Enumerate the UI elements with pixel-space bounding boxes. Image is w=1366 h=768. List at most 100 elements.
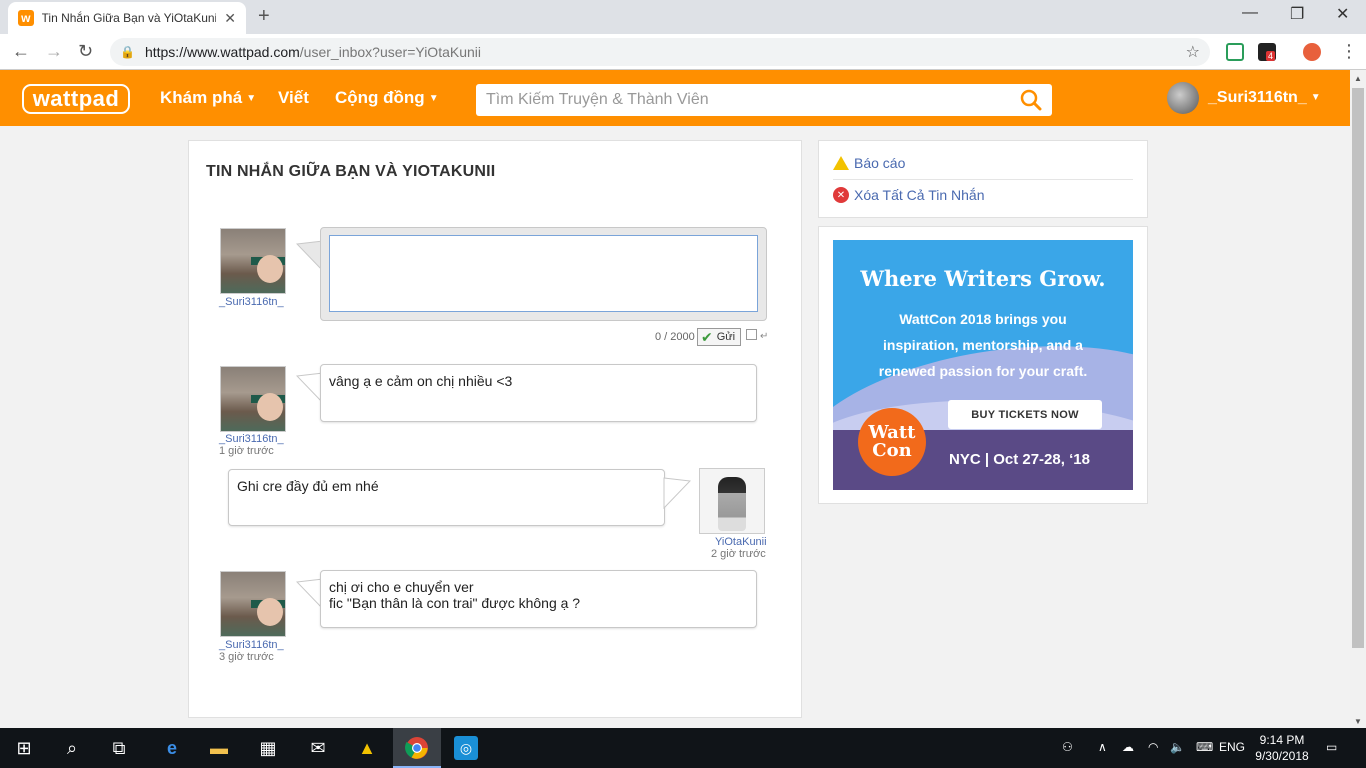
send-button[interactable]: ✔ Gửi bbox=[697, 328, 741, 346]
clock-time: 9:14 PM bbox=[1259, 733, 1305, 747]
ad-panel: Where Writers Grow. WattCon 2018 brings … bbox=[818, 226, 1148, 504]
language-indicator[interactable]: ENG bbox=[1219, 740, 1245, 754]
conversation-actions: Báo cáo ✕ Xóa Tất Cả Tin Nhắn bbox=[818, 140, 1148, 218]
wattpad-favicon-icon: w bbox=[18, 10, 34, 26]
lock-icon: 🔒 bbox=[120, 45, 135, 59]
buy-tickets-button[interactable]: BUY TICKETS NOW bbox=[948, 400, 1102, 429]
page-title: TIN NHẮN GIỮA BẠN VÀ YIOTAKUNII bbox=[206, 163, 496, 180]
delete-all-link[interactable]: ✕ Xóa Tất Cả Tin Nhắn bbox=[833, 187, 984, 203]
compose-username[interactable]: _Suri3116tn_ bbox=[219, 296, 284, 308]
message-bubble: vâng ạ e cảm on chị nhiều <3 bbox=[320, 364, 757, 422]
ad-body: WattCon 2018 brings you inspiration, men… bbox=[878, 311, 1088, 379]
close-tab-icon[interactable]: ✕ bbox=[224, 10, 236, 27]
message-time: 1 giờ trước bbox=[219, 445, 274, 457]
browser-tab-bar: w Tin Nhắn Giữa Bạn và YiOtaKunii ✕ + — … bbox=[0, 0, 1366, 34]
message-input[interactable] bbox=[329, 235, 758, 312]
ad-title: Where Writers Grow. bbox=[860, 266, 1106, 291]
nav-write[interactable]: Viết bbox=[278, 88, 309, 108]
app-icon[interactable]: ◎ bbox=[454, 736, 478, 760]
send-label: Gửi bbox=[716, 331, 736, 343]
username-label: _Suri3116tn_ bbox=[1208, 89, 1307, 106]
url-field[interactable]: 🔒 https://www.wattpad.com/user_inbox?use… bbox=[110, 38, 1210, 66]
chrome-taskbar-item[interactable] bbox=[393, 728, 441, 768]
nav-community-label: Cộng đồng bbox=[335, 88, 425, 107]
avatar[interactable] bbox=[220, 571, 286, 637]
profile-icon[interactable] bbox=[1303, 43, 1321, 61]
wattpad-logo[interactable]: wattpad bbox=[22, 84, 130, 114]
scroll-up-icon[interactable]: ▲ bbox=[1354, 74, 1362, 83]
message-bubble: chị ơi cho e chuyển ver fic "Bạn thân là… bbox=[320, 570, 757, 628]
volume-icon[interactable]: 🔈 bbox=[1170, 740, 1185, 754]
nav-community[interactable]: Cộng đồng ▼ bbox=[335, 88, 439, 108]
bubble-tail bbox=[663, 477, 691, 509]
enter-key-icon: ↵ bbox=[760, 331, 769, 342]
chrome-icon bbox=[405, 737, 428, 759]
url-host: https://www.wattpad.com bbox=[144, 44, 300, 60]
search-bar bbox=[476, 84, 1052, 116]
extension-badge-count: 4 bbox=[1266, 51, 1276, 61]
store-icon[interactable]: ▦ bbox=[256, 736, 280, 760]
message-username[interactable]: YiOtaKunii bbox=[715, 536, 767, 548]
browser-tab[interactable]: w Tin Nhắn Giữa Bạn và YiOtaKunii ✕ bbox=[8, 2, 246, 34]
keyboard-icon[interactable]: ⌨ bbox=[1196, 740, 1213, 754]
wattcon-ad[interactable]: Where Writers Grow. WattCon 2018 brings … bbox=[833, 240, 1133, 490]
extension-pocket-icon[interactable] bbox=[1226, 43, 1244, 61]
report-link[interactable]: Báo cáo bbox=[833, 155, 905, 171]
chevron-up-icon[interactable]: ∧ bbox=[1098, 740, 1107, 754]
search-icon[interactable]: ⌕ bbox=[60, 736, 84, 760]
scroll-down-icon[interactable]: ▼ bbox=[1354, 717, 1362, 726]
windows-start-icon[interactable]: ⊞ bbox=[12, 736, 36, 760]
message-bubble: Ghi cre đầy đủ em nhé bbox=[228, 469, 665, 526]
search-input[interactable] bbox=[486, 91, 1006, 109]
nav-explore-label: Khám phá bbox=[160, 88, 243, 107]
maximize-icon[interactable]: ❐ bbox=[1290, 4, 1304, 24]
onedrive-icon[interactable]: ☁ bbox=[1122, 740, 1134, 754]
notifications-icon[interactable]: ▭ bbox=[1326, 740, 1337, 754]
warning-app-icon[interactable]: ▲ bbox=[355, 736, 379, 760]
clock-date: 9/30/2018 bbox=[1255, 749, 1309, 763]
clock[interactable]: 9:14 PM 9/30/2018 bbox=[1252, 732, 1312, 764]
chevron-down-icon: ▼ bbox=[428, 93, 439, 105]
nav-explore[interactable]: Khám phá ▼ bbox=[160, 88, 256, 108]
edge-icon[interactable]: e bbox=[160, 736, 184, 760]
message-username[interactable]: _Suri3116tn_ bbox=[219, 433, 284, 445]
chevron-down-icon: ▼ bbox=[1310, 92, 1321, 104]
mail-icon[interactable]: ✉ bbox=[306, 736, 330, 760]
reload-icon[interactable]: ↻ bbox=[78, 41, 93, 62]
char-counter: 0 / 2000 bbox=[655, 331, 695, 343]
user-avatar[interactable] bbox=[1167, 82, 1199, 114]
search-icon[interactable] bbox=[1020, 89, 1042, 111]
taskbar: ⊞ ⌕ ⧉ e ▬ ▦ ✉ ▲ ◎ ⚇ ∧ ☁ ◠ 🔈 ⌨ ENG 9:14 P… bbox=[0, 728, 1366, 768]
warning-icon bbox=[833, 155, 849, 171]
avatar[interactable] bbox=[220, 366, 286, 432]
minimize-icon[interactable]: — bbox=[1242, 4, 1258, 22]
wifi-icon[interactable]: ◠ bbox=[1148, 740, 1158, 754]
forward-icon[interactable]: → bbox=[45, 41, 63, 62]
enter-to-send-checkbox[interactable] bbox=[746, 329, 757, 340]
people-icon[interactable]: ⚇ bbox=[1062, 740, 1073, 754]
avatar[interactable] bbox=[699, 468, 765, 534]
page-scrollbar[interactable]: ▲ ▼ bbox=[1350, 70, 1366, 728]
divider bbox=[833, 179, 1133, 180]
avatar[interactable] bbox=[220, 228, 286, 294]
report-label: Báo cáo bbox=[854, 155, 906, 171]
scrollbar-thumb[interactable] bbox=[1352, 88, 1364, 648]
url-path: /user_inbox?user=YiOtaKunii bbox=[299, 44, 481, 60]
chevron-down-icon: ▼ bbox=[246, 93, 257, 105]
ad-date: NYC | Oct 27-28, ‘18 bbox=[949, 451, 1090, 468]
compose-box bbox=[320, 227, 767, 321]
menu-icon[interactable]: ⋮ bbox=[1340, 41, 1358, 62]
message-username[interactable]: _Suri3116tn_ bbox=[219, 639, 284, 651]
bookmark-star-icon[interactable]: ☆ bbox=[1186, 42, 1200, 62]
file-explorer-icon[interactable]: ▬ bbox=[207, 736, 231, 760]
delete-icon: ✕ bbox=[833, 187, 849, 203]
new-tab-icon[interactable]: + bbox=[258, 5, 270, 28]
back-icon[interactable]: ← bbox=[12, 41, 30, 62]
address-bar: ← → ↻ 🔒 https://www.wattpad.com/user_inb… bbox=[0, 34, 1366, 70]
task-view-icon[interactable]: ⧉ bbox=[107, 736, 131, 760]
message-time: 2 giờ trước bbox=[711, 548, 766, 560]
user-menu[interactable]: _Suri3116tn_ ▼ bbox=[1208, 89, 1321, 107]
extension-badge-icon[interactable]: 4 bbox=[1258, 43, 1276, 61]
close-window-icon[interactable]: ✕ bbox=[1336, 4, 1349, 24]
tab-title: Tin Nhắn Giữa Bạn và YiOtaKunii bbox=[41, 11, 217, 25]
